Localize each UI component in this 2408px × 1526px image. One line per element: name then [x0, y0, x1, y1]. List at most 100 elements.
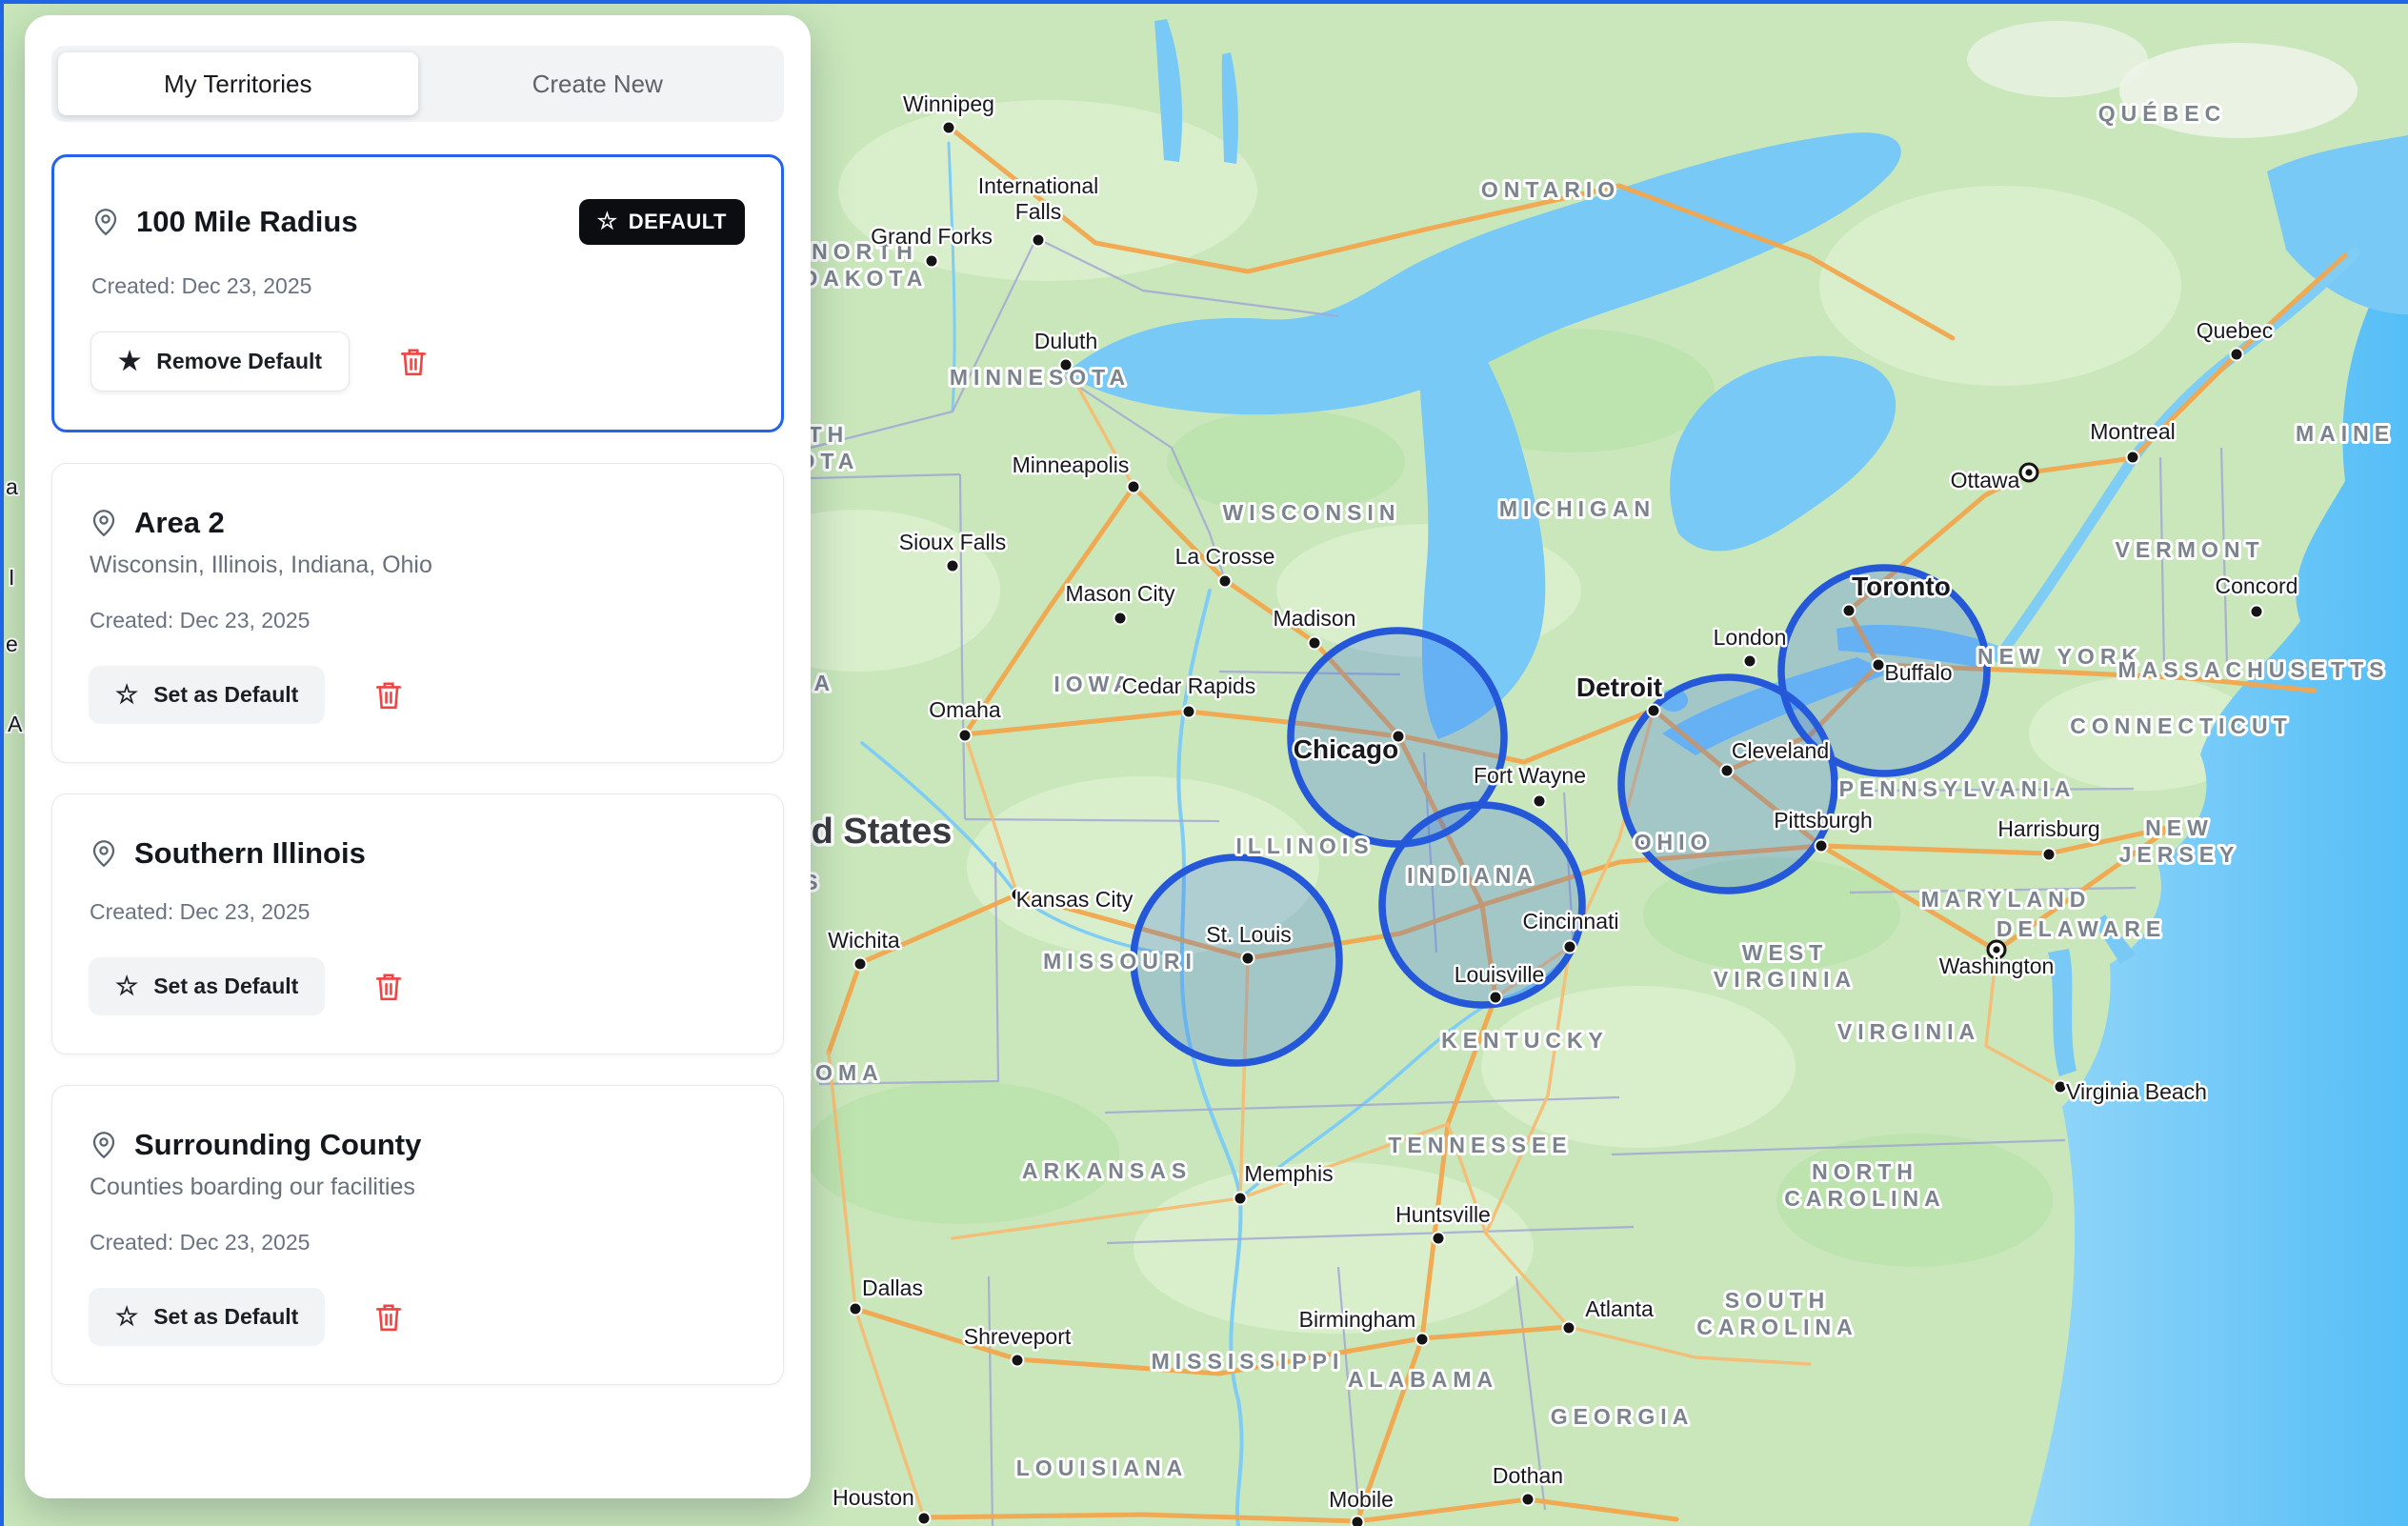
city-label: Mason City — [1065, 581, 1175, 606]
territory-created-date: Created: Dec 23, 2025 — [91, 273, 745, 299]
city-label: Buffalo — [1884, 660, 1952, 685]
region-label-arkansas: ARKANSAS — [1022, 1158, 1192, 1183]
location-pin-icon — [89, 1130, 119, 1160]
region-label-massachusetts: MASSACHUSETTS — [2117, 657, 2389, 682]
default-action-label: Remove Default — [156, 349, 322, 374]
city-label: Birmingham — [1299, 1307, 1416, 1332]
territory-card-actions: ☆ Set as Default — [89, 666, 747, 724]
city-dot — [1563, 1322, 1575, 1335]
city-dot — [1033, 234, 1045, 247]
delete-territory-button[interactable] — [395, 343, 431, 381]
city-label: La Crosse — [1175, 544, 1275, 569]
city-dot — [1012, 1355, 1024, 1367]
city-dot — [2055, 1081, 2067, 1094]
default-badge: ☆DEFAULT — [579, 199, 745, 245]
region-label-maryland: MARYLAND — [1921, 887, 2092, 912]
city-label: Shreveport — [964, 1324, 1072, 1349]
territory-card-header: Surrounding County — [89, 1128, 747, 1162]
city-label: Toronto — [1852, 572, 1951, 601]
delete-territory-button[interactable] — [371, 968, 407, 1006]
territory-card-actions: ★ Remove Default — [90, 331, 745, 392]
city-dot — [854, 958, 867, 971]
city-dot — [918, 1513, 931, 1525]
default-action-label: Set as Default — [153, 682, 298, 708]
city-dot — [1114, 612, 1127, 625]
city-dot — [1648, 705, 1660, 717]
city-label: Grand Forks — [871, 224, 993, 249]
region-label-wisconsin: WISCONSIN — [1223, 500, 1401, 525]
territory-card-100-mile-radius[interactable]: 100 Mile Radius ☆DEFAULT Created: Dec 23, … — [51, 154, 784, 432]
region-label-illinois: ILLINOIS — [1235, 833, 1374, 858]
region-label-louisiana: LOUISIANA — [1016, 1456, 1189, 1480]
region-label-pennsylvania: PENNSYLVANIA — [1839, 776, 2077, 801]
city-dot — [1242, 953, 1254, 965]
city-dot — [1522, 1494, 1535, 1506]
viewport-focus-border-left — [0, 0, 4, 1526]
city-label: St. Louis — [1206, 922, 1292, 947]
region-label-michigan: MICHIGAN — [1499, 496, 1656, 521]
city-label: Wichita — [828, 928, 900, 953]
territories-panel: My Territories Create New 100 Mile Radiu… — [25, 15, 811, 1498]
star-outline-icon: ☆ — [115, 1304, 138, 1330]
delete-territory-button[interactable] — [371, 1298, 407, 1336]
city-label: Sioux Falls — [899, 530, 1006, 554]
territory-card-surrounding-county[interactable]: Surrounding CountyCounties boarding our … — [51, 1085, 784, 1385]
territory-description: Wisconsin, Illinois, Indiana, Ohio — [90, 552, 747, 579]
city-dot — [1873, 659, 1885, 672]
default-action-label: Set as Default — [153, 1304, 298, 1330]
city-label: Montreal — [2090, 419, 2175, 444]
region-label-missouri: MISSOURI — [1043, 949, 1197, 974]
edge-label-fragment: a — [6, 474, 18, 499]
territory-card-actions: ☆ Set as Default — [89, 1288, 747, 1346]
tab-create-new[interactable]: Create New — [418, 52, 778, 115]
capital-dot-inner — [2025, 469, 2032, 475]
city-label: Mobile — [1329, 1487, 1394, 1512]
edge-label-fragment: A — [8, 712, 23, 736]
city-dot — [1534, 795, 1546, 808]
territory-name: Southern Illinois — [134, 836, 366, 871]
city-label: Concord — [2216, 573, 2298, 598]
location-pin-icon — [89, 838, 119, 869]
city-dot — [2251, 606, 2263, 618]
city-buffalo: Buffalo — [1873, 659, 1953, 686]
city-dot — [1490, 992, 1502, 1004]
star-outline-icon: ☆ — [115, 682, 138, 708]
city-label: Houston — [833, 1485, 914, 1510]
star-filled-icon: ★ — [118, 349, 141, 374]
city-dot — [1183, 706, 1195, 718]
city-dot — [1060, 359, 1073, 371]
city-dot — [2231, 349, 2243, 361]
territory-created-date: Created: Dec 23, 2025 — [90, 608, 747, 633]
territory-card-southern-illinois[interactable]: Southern Illinois Created: Dec 23, 2025 ☆S… — [51, 793, 784, 1054]
territory-created-date: Created: Dec 23, 2025 — [90, 899, 747, 925]
tab-my-territories[interactable]: My Territories — [58, 52, 418, 115]
default-action-label: Set as Default — [153, 974, 298, 999]
region-label-mississippi: MISSISSIPPI — [1152, 1349, 1345, 1374]
remove-default-button[interactable]: ★ Remove Default — [90, 331, 350, 392]
region-label-quebec-province: QUÉBEC — [2098, 100, 2226, 126]
city-label: Virginia Beach — [2066, 1079, 2207, 1104]
set-as-default-button[interactable]: ☆Set as Default — [89, 957, 325, 1015]
city-label: Minneapolis — [1013, 452, 1130, 477]
location-pin-icon — [90, 207, 121, 237]
set-as-default-button[interactable]: ☆ Set as Default — [89, 666, 325, 724]
city-dot — [1234, 1193, 1247, 1205]
region-label-tennessee: TENNESSEE — [1388, 1133, 1572, 1157]
city-dot — [1564, 941, 1576, 954]
panel-tabs: My Territories Create New — [51, 46, 784, 122]
city-dot — [1721, 765, 1734, 777]
delete-territory-button[interactable] — [371, 676, 407, 714]
city-label: Cedar Rapids — [1122, 673, 1256, 698]
territory-name: Surrounding County — [134, 1128, 421, 1162]
city-dot — [850, 1303, 862, 1315]
territory-name: 100 Mile Radius — [136, 205, 358, 239]
edge-label-fragment: I — [9, 565, 14, 590]
set-as-default-button[interactable]: ☆ Set as Default — [89, 1288, 325, 1346]
location-pin-icon — [89, 508, 119, 538]
territory-card-header: Southern Illinois — [89, 836, 747, 871]
region-label-maine: MAINE — [2296, 421, 2395, 446]
region-label-minnesota: MINNESOTA — [950, 365, 1131, 390]
city-label: Washington — [1939, 954, 2055, 978]
territory-card-area-2[interactable]: Area 2Wisconsin, Illinois, Indiana, Ohio… — [51, 463, 784, 763]
region-label-indiana: INDIANA — [1407, 863, 1538, 888]
